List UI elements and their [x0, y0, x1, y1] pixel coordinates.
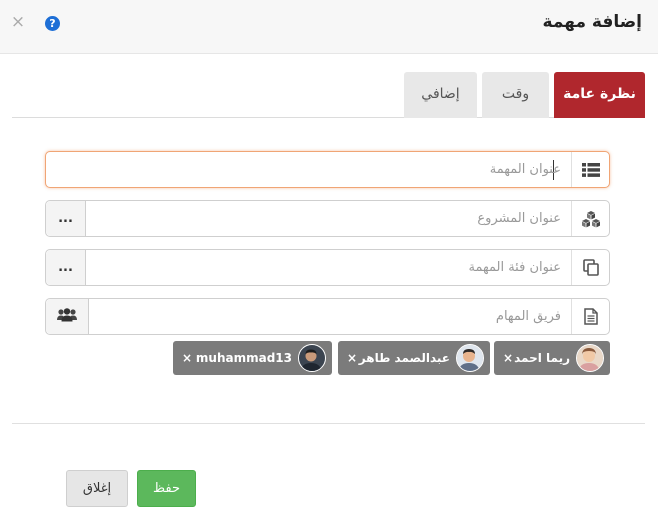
- team-member-chip: muhammad13 ×: [173, 341, 332, 375]
- avatar: [298, 344, 326, 372]
- file-text-icon: [571, 299, 609, 334]
- task-title-field: [45, 151, 610, 188]
- category-title-input[interactable]: [86, 250, 571, 285]
- task-team-field: [45, 298, 610, 335]
- task-title-input[interactable]: [46, 152, 571, 187]
- avatar: [456, 344, 484, 372]
- tab-extra[interactable]: إضافي: [404, 72, 477, 118]
- team-member-chip: ريما احمد ×: [494, 341, 610, 375]
- close-button[interactable]: إغلاق: [66, 470, 128, 507]
- save-button[interactable]: حفظ: [137, 470, 196, 507]
- team-members: ريما احمد × عبدالصمد طاهر × muhammad13 ×: [0, 341, 658, 376]
- remove-member-icon[interactable]: ×: [346, 350, 358, 366]
- help-icon[interactable]: ?: [45, 16, 60, 31]
- dialog-header: إضافة مهمة × ?: [0, 0, 658, 54]
- team-member-chip: عبدالصمد طاهر ×: [338, 341, 490, 375]
- category-title-field: ...: [45, 249, 610, 286]
- remove-member-icon[interactable]: ×: [181, 350, 193, 366]
- project-title-input[interactable]: [86, 201, 571, 236]
- tab-overview[interactable]: نظرة عامة: [554, 72, 645, 118]
- team-select-button[interactable]: [46, 299, 89, 334]
- tab-time[interactable]: وقت: [482, 72, 549, 118]
- remove-member-icon[interactable]: ×: [502, 350, 514, 366]
- dialog-title: إضافة مهمة: [542, 12, 642, 32]
- task-team-input[interactable]: [89, 299, 571, 334]
- team-member-name: عبدالصمد طاهر: [358, 351, 450, 365]
- copy-icon: [571, 250, 609, 285]
- project-select-button[interactable]: ...: [46, 201, 86, 236]
- project-title-field: ...: [45, 200, 610, 237]
- users-icon: [57, 307, 77, 326]
- tab-bar: نظرة عامة وقت إضافي: [12, 72, 645, 118]
- avatar: [576, 344, 604, 372]
- category-select-button[interactable]: ...: [46, 250, 86, 285]
- team-member-name: muhammad13: [195, 351, 292, 365]
- list-icon: [571, 152, 609, 187]
- team-member-name: ريما احمد: [514, 351, 570, 365]
- cubes-icon: [571, 201, 609, 236]
- close-icon[interactable]: ×: [10, 13, 26, 31]
- footer-divider: [12, 423, 645, 424]
